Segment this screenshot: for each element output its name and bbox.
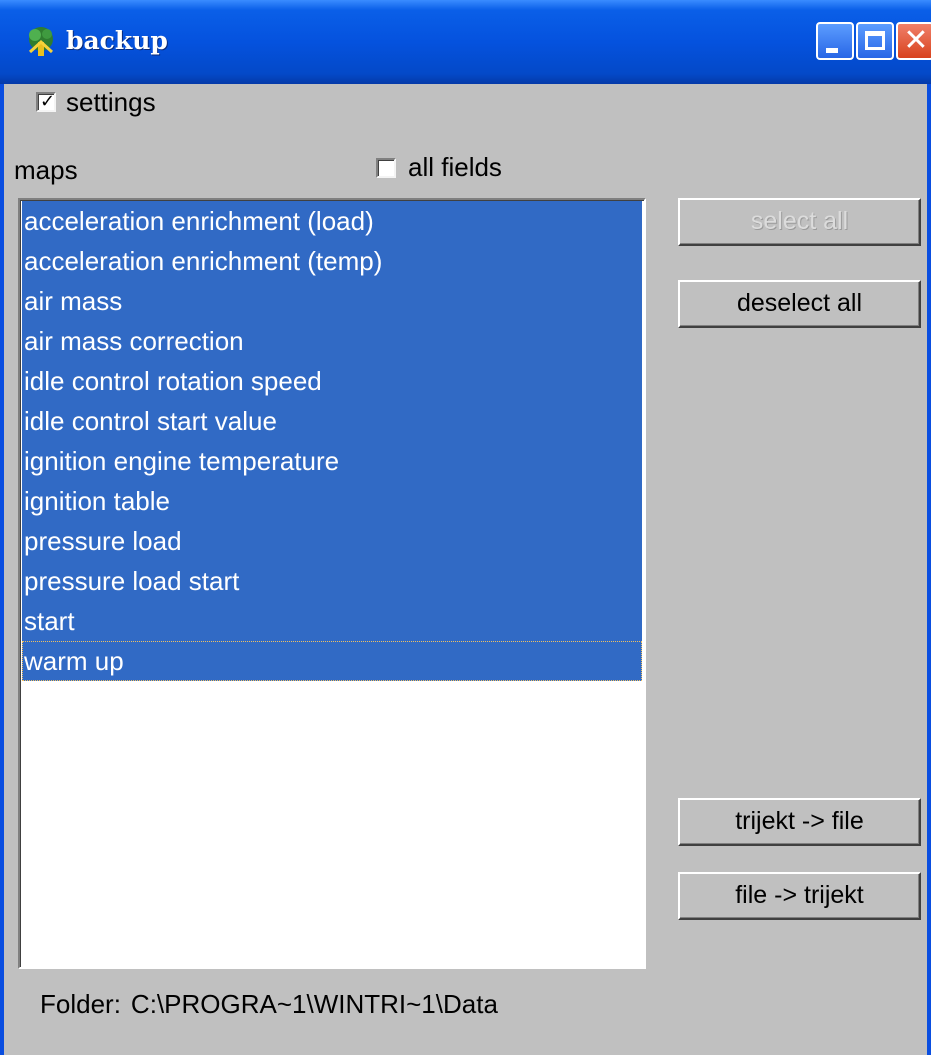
list-item[interactable]: pressure load bbox=[22, 521, 642, 561]
list-item[interactable]: ignition table bbox=[22, 481, 642, 521]
tree-app-icon bbox=[24, 24, 58, 58]
folder-status: Folder: C:\PROGRA~1\WINTRI~1\Data bbox=[40, 988, 498, 1020]
folder-path: C:\PROGRA~1\WINTRI~1\Data bbox=[131, 989, 498, 1019]
list-item[interactable]: air mass correction bbox=[22, 321, 642, 361]
close-button[interactable]: ✕ bbox=[896, 22, 931, 60]
list-item[interactable]: air mass bbox=[22, 281, 642, 321]
maximize-icon bbox=[865, 31, 885, 50]
list-item[interactable]: acceleration enrichment (temp) bbox=[22, 241, 642, 281]
all-fields-checkbox[interactable] bbox=[376, 158, 396, 178]
checkmark-icon: ✓ bbox=[40, 91, 55, 113]
list-item[interactable]: ignition engine temperature bbox=[22, 441, 642, 481]
list-item[interactable]: idle control rotation speed bbox=[22, 361, 642, 401]
list-item[interactable]: pressure load start bbox=[22, 561, 642, 601]
file-to-trijekt-button[interactable]: file -> trijekt bbox=[678, 872, 921, 920]
folder-label: Folder: bbox=[40, 989, 121, 1019]
list-item[interactable]: idle control start value bbox=[22, 401, 642, 441]
list-item[interactable]: start bbox=[22, 601, 642, 641]
minimize-button[interactable] bbox=[816, 22, 854, 60]
list-item[interactable]: acceleration enrichment (load) bbox=[22, 201, 642, 241]
maximize-button[interactable] bbox=[856, 22, 894, 60]
select-all-button[interactable]: select all bbox=[678, 198, 921, 246]
maps-label: maps bbox=[14, 154, 78, 186]
maps-listbox[interactable]: acceleration enrichment (load) accelerat… bbox=[18, 198, 646, 969]
all-fields-checkbox-label[interactable]: all fields bbox=[408, 151, 502, 183]
trijekt-to-file-button[interactable]: trijekt -> file bbox=[678, 798, 921, 846]
list-item-focused[interactable]: warm up bbox=[22, 641, 642, 681]
close-icon: ✕ bbox=[902, 24, 930, 58]
window-title: backup bbox=[66, 22, 168, 60]
backup-window: backup ✕ ✓ settings maps all fields acce… bbox=[0, 0, 931, 1055]
minimize-icon bbox=[826, 48, 838, 53]
deselect-all-button[interactable]: deselect all bbox=[678, 280, 921, 328]
title-bar[interactable]: backup ✕ bbox=[0, 0, 931, 84]
settings-checkbox[interactable]: ✓ bbox=[36, 92, 56, 112]
settings-checkbox-label[interactable]: settings bbox=[66, 86, 156, 118]
